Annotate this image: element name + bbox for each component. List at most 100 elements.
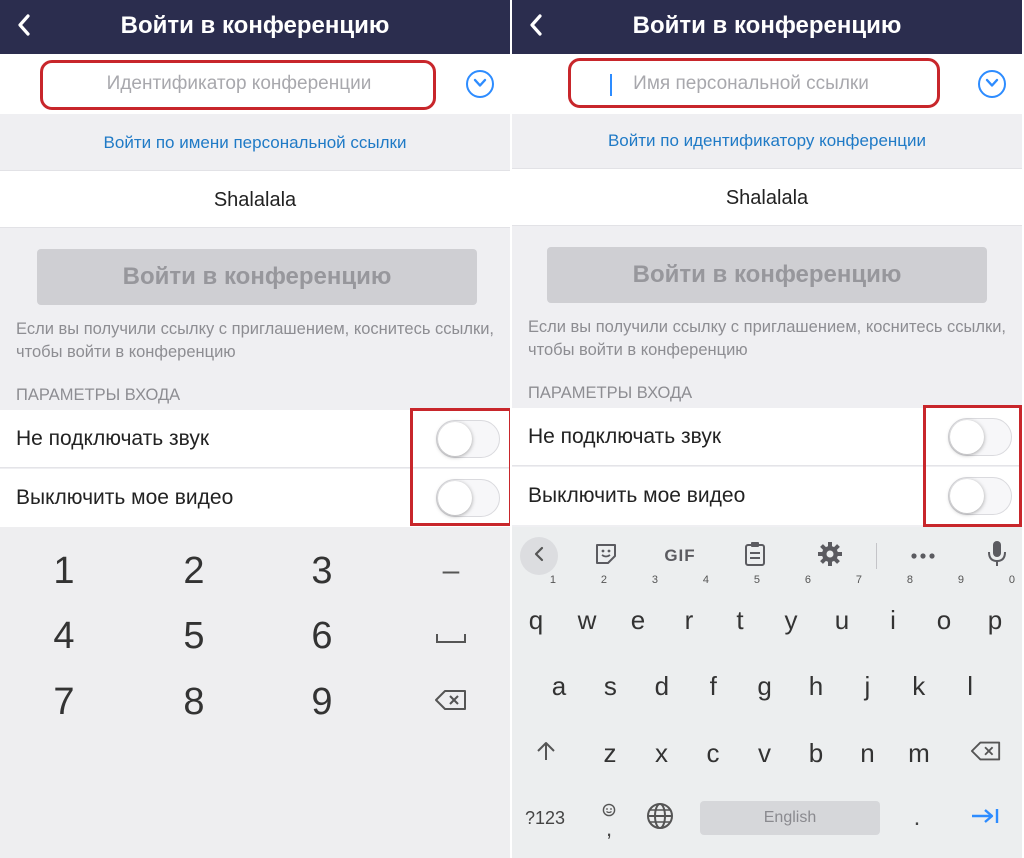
qwerty-keyboard: GIF q 1 w 2 e 3 r 4 t 5 y 6 u 7 i 8 o 9 … [512, 527, 1022, 858]
key-f[interactable]: f [689, 657, 737, 715]
key-hint-number: 3 [651, 574, 658, 586]
join-meeting-button[interactable]: Войти в конференцию [547, 247, 987, 303]
shift-icon [535, 740, 557, 767]
page-title: Войти в конференцию [120, 12, 390, 39]
key-a[interactable]: a [535, 657, 583, 715]
key-r[interactable]: r4 [665, 575, 713, 649]
key-l[interactable]: l [946, 657, 994, 715]
toggle-knob [950, 479, 984, 513]
join-options-header: ПАРАМЕТРЫ ВХОДА [16, 386, 181, 404]
key-y[interactable]: y6 [767, 575, 815, 649]
history-dropdown-button[interactable] [978, 70, 1006, 98]
text-caret [610, 74, 612, 96]
key-6[interactable]: 6 [262, 605, 382, 667]
toolbar-divider [876, 543, 877, 569]
key-label: q [528, 605, 544, 635]
shift-key[interactable] [522, 724, 570, 782]
key-7[interactable]: 7 [4, 671, 124, 733]
clipboard-button[interactable] [738, 537, 772, 575]
key-1[interactable]: 1 [4, 540, 124, 602]
key-hint-number: 1 [549, 574, 556, 586]
key-label: o [936, 605, 952, 635]
space-bar[interactable]: English [700, 801, 880, 835]
key-g[interactable]: g [741, 657, 789, 715]
more-button[interactable] [904, 537, 942, 575]
back-button[interactable] [516, 0, 556, 54]
key-o[interactable]: o9 [920, 575, 968, 649]
key-n[interactable]: n [844, 724, 892, 782]
key-4[interactable]: 4 [4, 605, 124, 667]
more-icon [910, 547, 936, 565]
invite-hint: Если вы получили ссылку с приглашением, … [528, 318, 1007, 359]
display-name-input[interactable] [512, 169, 1022, 227]
no-audio-toggle[interactable] [948, 418, 1012, 456]
chevron-down-icon [473, 75, 487, 93]
gif-button[interactable]: GIF [656, 537, 704, 575]
key-label: w [577, 605, 597, 635]
back-button[interactable] [4, 0, 44, 54]
period-key[interactable]: . [902, 800, 932, 836]
space-icon [435, 619, 467, 653]
chevron-left-icon [529, 13, 543, 41]
key-h[interactable]: h [792, 657, 840, 715]
key-s[interactable]: s [586, 657, 634, 715]
key-minus[interactable]: – [411, 540, 491, 602]
symbols-key[interactable]: ?123 [520, 800, 570, 836]
switch-to-personal-link[interactable]: Войти по имени персональной ссылки [0, 126, 510, 160]
key-v[interactable]: v [741, 724, 789, 782]
collapse-toolbar-button[interactable] [520, 537, 558, 575]
key-k[interactable]: k [895, 657, 943, 715]
page-title: Войти в конференцию [632, 12, 902, 39]
video-off-toggle[interactable] [948, 477, 1012, 515]
switch-to-meeting-id-link[interactable]: Войти по идентификатору конференции [512, 124, 1022, 158]
chevron-left-icon [17, 13, 31, 41]
key-label: e [630, 605, 646, 635]
key-p[interactable]: p0 [971, 575, 1019, 649]
meeting-id-input[interactable] [44, 64, 434, 104]
key-u[interactable]: u7 [818, 575, 866, 649]
key-label: t [736, 605, 744, 635]
key-space[interactable] [411, 605, 491, 667]
no-audio-toggle[interactable] [436, 420, 500, 458]
key-5[interactable]: 5 [134, 605, 254, 667]
settings-button[interactable] [812, 537, 848, 575]
key-w[interactable]: w2 [563, 575, 611, 649]
key-3[interactable]: 3 [262, 540, 382, 602]
join-meeting-button[interactable]: Войти в конференцию [37, 249, 477, 305]
key-x[interactable]: x [638, 724, 686, 782]
numeric-keypad: 1 2 3 – 4 5 6 7 8 9 [0, 527, 510, 858]
backspace-key[interactable] [960, 724, 1012, 782]
next-key[interactable] [960, 800, 1010, 836]
chevron-left-icon [534, 546, 544, 567]
comma-emoji-key[interactable]: , [592, 799, 626, 839]
option-no-audio-label: Не подключать звук [16, 427, 210, 450]
key-z[interactable]: z [586, 724, 634, 782]
sticker-button[interactable] [588, 537, 624, 575]
key-e[interactable]: e3 [614, 575, 662, 649]
key-b[interactable]: b [792, 724, 840, 782]
meeting-id-row [0, 54, 510, 114]
toggle-knob [438, 422, 472, 456]
key-m[interactable]: m [895, 724, 943, 782]
comma-label: , [605, 815, 613, 841]
key-backspace[interactable] [411, 671, 491, 733]
key-q[interactable]: q1 [512, 575, 560, 649]
backspace-icon [434, 685, 468, 719]
language-key[interactable] [640, 800, 680, 836]
key-9[interactable]: 9 [262, 671, 382, 733]
key-2[interactable]: 2 [134, 540, 254, 602]
key-t[interactable]: t5 [716, 575, 764, 649]
key-8[interactable]: 8 [134, 671, 254, 733]
display-name-input[interactable] [0, 171, 510, 229]
key-hint-number: 0 [1008, 574, 1015, 586]
personal-link-row [512, 54, 1022, 114]
key-c[interactable]: c [689, 724, 737, 782]
personal-link-input[interactable] [556, 64, 946, 104]
history-dropdown-button[interactable] [466, 70, 494, 98]
video-off-toggle[interactable] [436, 479, 500, 517]
toggle-knob [950, 420, 984, 454]
voice-input-button[interactable] [980, 537, 1014, 575]
key-d[interactable]: d [638, 657, 686, 715]
key-i[interactable]: i8 [869, 575, 917, 649]
key-j[interactable]: j [843, 657, 891, 715]
